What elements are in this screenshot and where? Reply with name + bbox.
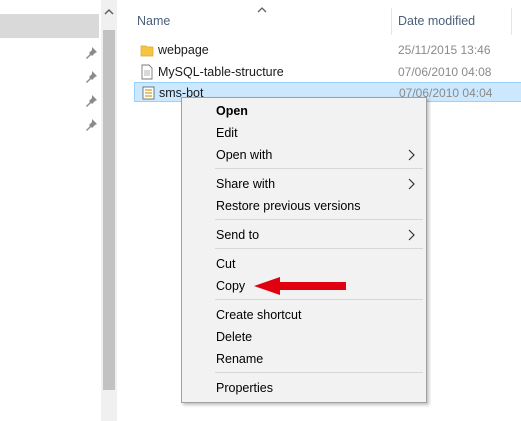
menu-item-edit[interactable]: Edit — [216, 126, 238, 140]
navigation-pane — [0, 0, 101, 421]
scroll-up-icon[interactable] — [103, 6, 115, 18]
submenu-arrow-icon — [408, 178, 415, 190]
menu-item-copy[interactable]: Copy — [216, 279, 245, 293]
column-header-name[interactable]: Name — [137, 14, 170, 28]
menu-item-delete[interactable]: Delete — [216, 330, 252, 344]
menu-separator — [215, 219, 423, 220]
menu-item-restore-previous-versions[interactable]: Restore previous versions — [216, 199, 361, 213]
sort-ascending-icon — [257, 7, 267, 13]
menu-separator — [215, 248, 423, 249]
file-row[interactable]: MySQL-table-structure 07/06/2010 04:08 T — [134, 62, 521, 82]
column-divider[interactable] — [391, 8, 392, 35]
menu-item-open-with[interactable]: Open with — [216, 148, 272, 162]
menu-item-share-with[interactable]: Share with — [216, 177, 275, 191]
file-date: 25/11/2015 13:46 — [398, 43, 491, 57]
pin-icon[interactable] — [84, 94, 98, 108]
annotation-arrow-icon — [254, 277, 346, 295]
menu-separator — [215, 372, 423, 373]
submenu-arrow-icon — [408, 229, 415, 241]
menu-separator — [215, 168, 423, 169]
pin-icon[interactable] — [84, 70, 98, 84]
column-divider[interactable] — [511, 8, 512, 35]
folder-icon — [140, 45, 154, 57]
nav-scroll-thumb[interactable] — [103, 30, 115, 390]
column-header-date[interactable]: Date modified — [398, 14, 475, 28]
pin-icon[interactable] — [84, 46, 98, 60]
menu-separator — [215, 299, 423, 300]
file-name: webpage — [158, 43, 209, 57]
menu-item-open[interactable]: Open — [216, 104, 248, 118]
context-menu: Open Edit Open with Share with Restore p… — [181, 97, 427, 403]
file-row[interactable]: webpage 25/11/2015 13:46 F — [134, 40, 521, 60]
menu-item-create-shortcut[interactable]: Create shortcut — [216, 308, 301, 322]
config-file-icon — [142, 86, 155, 100]
menu-item-cut[interactable]: Cut — [216, 257, 235, 271]
pin-icon[interactable] — [84, 118, 98, 132]
menu-item-properties[interactable]: Properties — [216, 381, 273, 395]
file-name: MySQL-table-structure — [158, 65, 284, 79]
menu-item-send-to[interactable]: Send to — [216, 228, 259, 242]
file-date: 07/06/2010 04:08 — [398, 65, 492, 79]
text-file-icon — [141, 64, 153, 80]
nav-selected-item[interactable] — [0, 14, 99, 38]
nav-scrollbar[interactable] — [101, 0, 117, 421]
menu-item-rename[interactable]: Rename — [216, 352, 263, 366]
submenu-arrow-icon — [408, 149, 415, 161]
